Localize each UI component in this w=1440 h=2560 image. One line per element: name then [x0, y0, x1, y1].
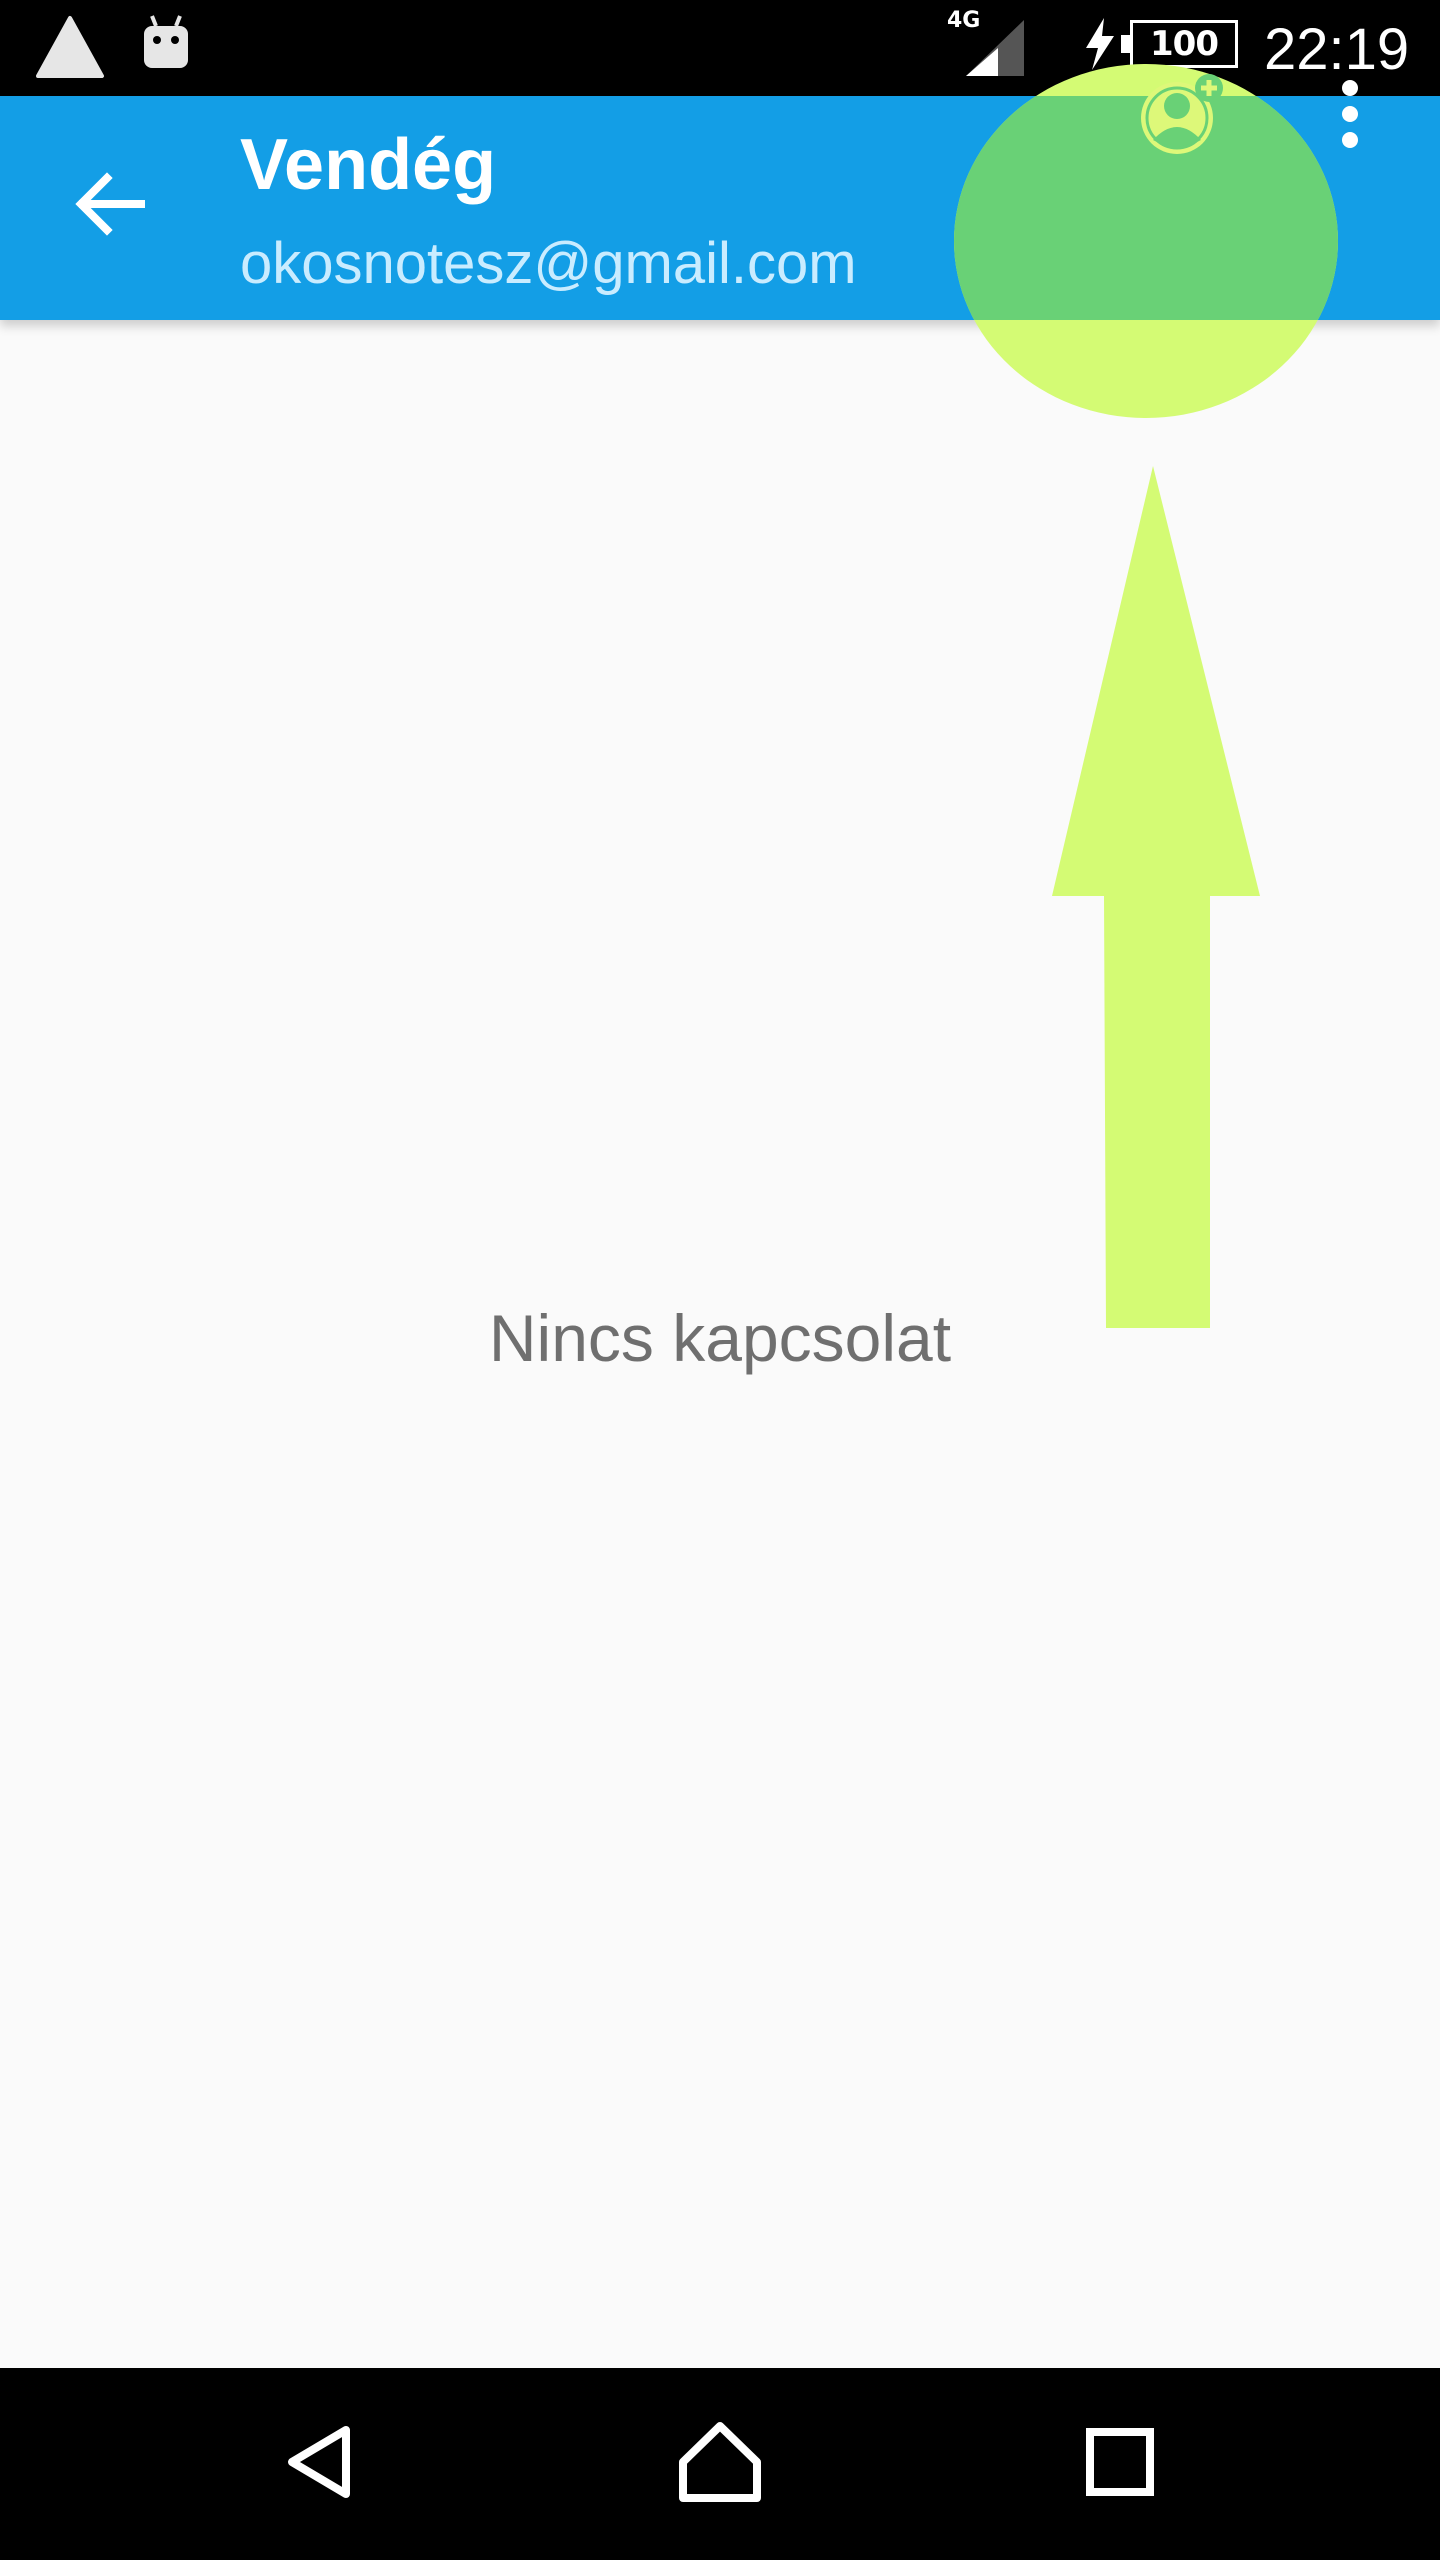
add-contact-icon: [1137, 72, 1227, 160]
nav-recent-icon: [1085, 2427, 1155, 2501]
overflow-menu-icon: [1340, 80, 1360, 152]
battery-icon: 100: [1121, 20, 1238, 68]
signal-icon: [962, 18, 1028, 82]
overflow-menu-button[interactable]: [1320, 66, 1380, 166]
nav-home-button[interactable]: [660, 2404, 780, 2524]
battery-tip: [1121, 35, 1130, 53]
warning-icon: [34, 14, 106, 84]
account-email: okosnotesz@gmail.com: [240, 231, 857, 296]
page-title: Vendég: [240, 125, 497, 205]
nav-back-button[interactable]: [260, 2404, 380, 2524]
battery-level: 100: [1150, 24, 1219, 64]
annotation-arrow-icon: [1040, 466, 1260, 1340]
back-arrow-icon: [75, 172, 145, 240]
nav-back-icon: [280, 2422, 360, 2506]
back-button[interactable]: [60, 156, 160, 256]
nav-recent-button[interactable]: [1060, 2404, 1180, 2524]
screen: 4G 100 22:19 Vendég okosnotesz@gmail.com: [0, 0, 1440, 2560]
android-debug-icon: [140, 14, 192, 76]
add-contact-button[interactable]: [1132, 66, 1232, 166]
nav-home-icon: [677, 2420, 763, 2508]
navigation-bar: [0, 2368, 1440, 2560]
